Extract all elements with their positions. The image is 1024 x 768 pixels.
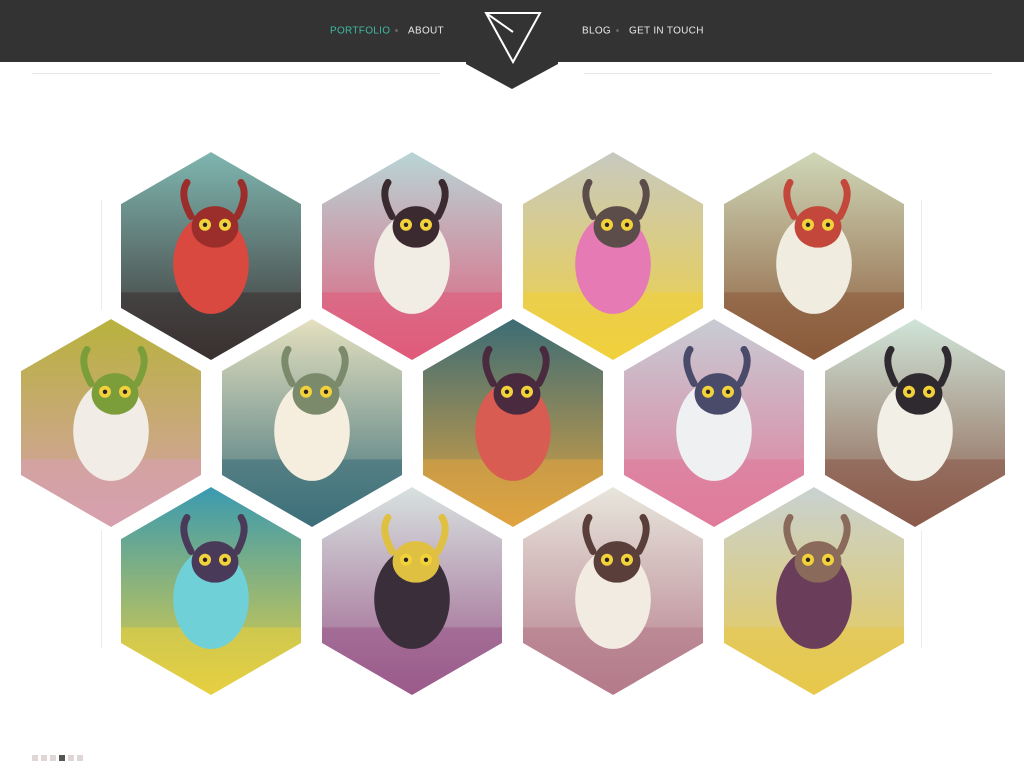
pager-dot[interactable] [68,755,74,761]
pager-dot[interactable] [32,755,38,761]
pager-dot[interactable] [77,755,83,761]
portfolio-tile-horned-purple-creature-landscape[interactable] [724,487,904,731]
pager-dot[interactable] [50,755,56,761]
portfolio-tile-jellyfish-underwater[interactable] [121,487,301,731]
portfolio-hex-grid [21,152,1005,731]
pager-dot[interactable] [41,755,47,761]
portfolio-tile-tribal-mask-monster[interactable] [322,487,502,731]
portfolio-tile-bird-and-cat-creature[interactable] [523,487,703,731]
pager-dot[interactable] [59,755,65,761]
